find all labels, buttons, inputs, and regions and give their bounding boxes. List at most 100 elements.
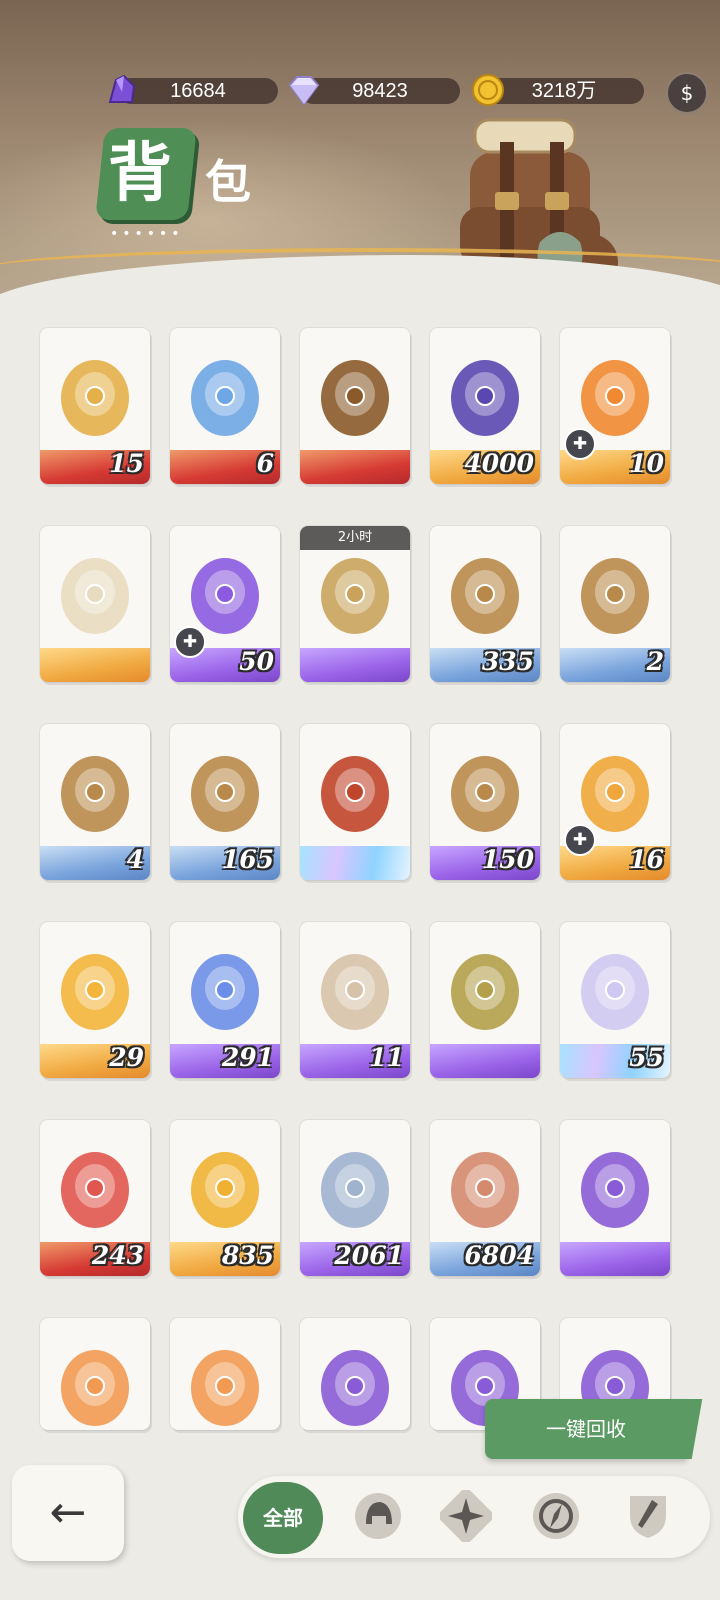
blue-rune-shard-icon bbox=[191, 954, 259, 1030]
purple-portrait-ruins-icon bbox=[321, 1350, 389, 1426]
hourglass-icon bbox=[321, 558, 389, 634]
acorn-diamond-icon bbox=[451, 756, 519, 832]
copper-ingot-icon bbox=[451, 1152, 519, 1228]
gold-rune-shard-icon bbox=[61, 954, 129, 1030]
back-arrow-icon: ← bbox=[49, 1487, 87, 1538]
puzzle-piece-icon: ✚ bbox=[564, 428, 596, 460]
diamond-value: 98423 bbox=[352, 80, 408, 102]
title-dots: •••••• bbox=[110, 226, 184, 242]
item-quantity: 6804 bbox=[464, 1241, 534, 1270]
item-quantity: 10 bbox=[629, 449, 664, 478]
item-slot[interactable]: ✚ 50 bbox=[170, 526, 280, 682]
recycle-all-button[interactable]: 一键回收 bbox=[485, 1399, 687, 1459]
gold-counter: 3218万 bbox=[472, 74, 644, 106]
page-title-main: 背 bbox=[108, 136, 172, 211]
recycle-all-label: 一键回收 bbox=[546, 1417, 626, 1441]
item-slot[interactable]: ✚ 10 bbox=[560, 328, 670, 484]
purple-rune-portal-icon bbox=[581, 1152, 649, 1228]
treasure-chest-icon bbox=[321, 756, 389, 832]
star-compass-filter-icon[interactable] bbox=[440, 1490, 492, 1542]
acorn-green-eye-icon bbox=[451, 558, 519, 634]
money-bag-button[interactable]: $ bbox=[666, 72, 708, 114]
rarity-band bbox=[430, 1044, 540, 1078]
back-button[interactable]: ← bbox=[12, 1465, 124, 1561]
item-quantity: 6 bbox=[256, 449, 274, 478]
filter-all-label: 全部 bbox=[263, 1506, 303, 1530]
item-slot[interactable]: 4000 bbox=[430, 328, 540, 484]
item-quantity: 29 bbox=[109, 1043, 144, 1072]
blue-winged-orb-icon bbox=[191, 360, 259, 436]
item-slot[interactable]: 11 bbox=[300, 922, 410, 1078]
acorn-leaf-icon bbox=[61, 756, 129, 832]
item-slot[interactable]: 165 bbox=[170, 724, 280, 880]
item-slot[interactable]: 2小时 bbox=[300, 526, 410, 682]
flower-bouquet-icon bbox=[451, 954, 519, 1030]
red-ingot-icon bbox=[61, 1152, 129, 1228]
item-quantity: 4000 bbox=[464, 449, 534, 478]
item-slot[interactable]: 55 bbox=[560, 922, 670, 1078]
item-slot[interactable]: 6804 bbox=[430, 1120, 540, 1276]
purple-trident-orb-icon bbox=[191, 558, 259, 634]
item-slot[interactable]: 2 bbox=[560, 526, 670, 682]
compass-filter-icon[interactable] bbox=[530, 1490, 582, 1542]
diamond-counter: 98423 bbox=[288, 76, 460, 106]
rarity-band bbox=[300, 450, 410, 484]
amethyst-value: 16684 bbox=[170, 80, 226, 102]
item-quantity: 11 bbox=[369, 1043, 404, 1072]
white-envelope-icon bbox=[61, 558, 129, 634]
item-slot[interactable] bbox=[430, 922, 540, 1078]
item-slot[interactable]: 4 bbox=[40, 724, 150, 880]
item-slot[interactable] bbox=[560, 1120, 670, 1276]
timer-badge: 2小时 bbox=[300, 526, 410, 550]
item-quantity: 15 bbox=[109, 449, 144, 478]
item-slot[interactable]: 335 bbox=[430, 526, 540, 682]
item-slot[interactable]: 29 bbox=[40, 922, 150, 1078]
rarity-band bbox=[300, 846, 410, 880]
rarity-band bbox=[560, 1242, 670, 1276]
fire-portrait-man-icon bbox=[191, 1350, 259, 1426]
item-slot[interactable]: 835 bbox=[170, 1120, 280, 1276]
orange-rune-shard-icon bbox=[581, 756, 649, 832]
gold-ingot-icon bbox=[191, 1152, 259, 1228]
item-slot[interactable]: 6 bbox=[170, 328, 280, 484]
acorn-star-icon bbox=[191, 756, 259, 832]
money-bag-icon: $ bbox=[680, 81, 694, 105]
item-quantity: 291 bbox=[221, 1043, 274, 1072]
helmet-filter-icon[interactable] bbox=[352, 1490, 404, 1542]
item-quantity: 243 bbox=[91, 1241, 144, 1270]
item-slot[interactable] bbox=[40, 526, 150, 682]
item-slot[interactable]: ✚ 16 bbox=[560, 724, 670, 880]
fire-portrait-girl-icon bbox=[61, 1350, 129, 1426]
filter-all-tab[interactable]: 全部 bbox=[243, 1482, 323, 1554]
item-quantity: 165 bbox=[221, 845, 274, 874]
puzzle-piece-icon: ✚ bbox=[564, 824, 596, 856]
rarity-band bbox=[40, 648, 150, 682]
item-slot[interactable]: 243 bbox=[40, 1120, 150, 1276]
amethyst-counter: 16684 bbox=[108, 74, 278, 104]
gold-coin-icon bbox=[472, 74, 504, 106]
rarity-band bbox=[300, 648, 410, 682]
item-slot[interactable] bbox=[170, 1318, 280, 1430]
sword-shield-filter-icon[interactable] bbox=[622, 1490, 674, 1542]
silver-ingot-icon bbox=[581, 954, 649, 1030]
item-quantity: 2061 bbox=[334, 1241, 404, 1270]
steel-ingot-icon bbox=[321, 1152, 389, 1228]
item-slot[interactable]: 291 bbox=[170, 922, 280, 1078]
item-slot[interactable] bbox=[300, 724, 410, 880]
item-slot[interactable]: 2061 bbox=[300, 1120, 410, 1276]
fire-trident-orb-icon bbox=[581, 360, 649, 436]
diamond-icon bbox=[288, 76, 320, 106]
item-slot[interactable]: 150 bbox=[430, 724, 540, 880]
gold-value: 3218万 bbox=[531, 80, 597, 102]
item-slot[interactable] bbox=[40, 1318, 150, 1430]
page-title-sub: 包 bbox=[205, 155, 251, 209]
item-slot[interactable] bbox=[300, 328, 410, 484]
item-quantity: 4 bbox=[126, 845, 144, 874]
item-quantity: 16 bbox=[629, 845, 664, 874]
acorn-target-icon bbox=[581, 558, 649, 634]
item-quantity: 2 bbox=[646, 647, 664, 676]
item-quantity: 150 bbox=[481, 845, 534, 874]
item-slot[interactable] bbox=[300, 1318, 410, 1430]
item-slot[interactable]: 15 bbox=[40, 328, 150, 484]
purple-crystal-icon bbox=[108, 74, 136, 103]
